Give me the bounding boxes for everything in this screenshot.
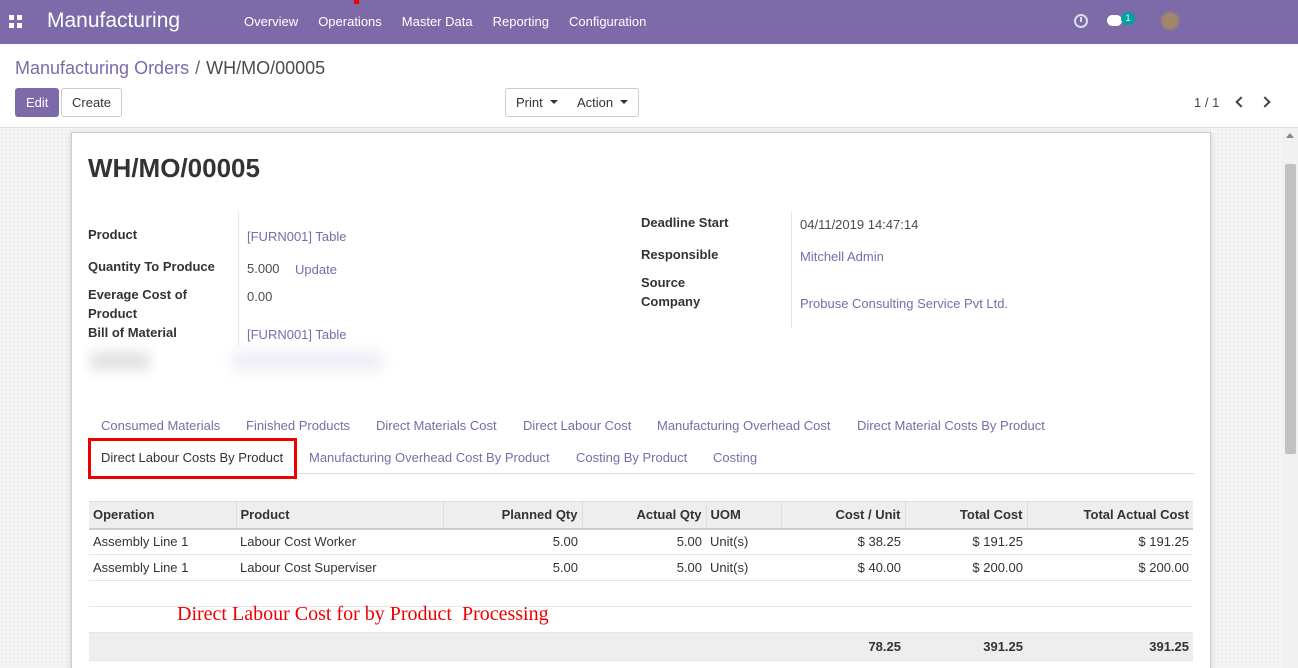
column-uom[interactable]: UOM bbox=[705, 501, 781, 530]
pager-previous-icon[interactable] bbox=[1233, 95, 1247, 109]
tab-direct-labour-cost[interactable]: Direct Labour Cost bbox=[523, 418, 631, 433]
annotation-mark bbox=[354, 0, 359, 4]
cell-actual-qty: 5.00 bbox=[582, 528, 706, 555]
total-cost-unit: 78.25 bbox=[781, 632, 905, 661]
cell-planned-qty: 5.00 bbox=[443, 528, 582, 555]
column-cost-unit[interactable]: Cost / Unit bbox=[780, 501, 905, 530]
cell-product: Labour Cost Worker bbox=[236, 528, 443, 555]
cell-total-actual-cost: $ 200.00 bbox=[1027, 554, 1193, 581]
red-annotation-text: Direct Labour Cost for by Product Proces… bbox=[177, 603, 549, 625]
cell-uom: Unit(s) bbox=[706, 554, 781, 581]
chat-count-badge: 1 bbox=[1121, 12, 1135, 25]
tab-costing[interactable]: Costing bbox=[713, 450, 757, 465]
tab-direct-materials-cost[interactable]: Direct Materials Cost bbox=[376, 418, 497, 433]
action-dropdown[interactable]: Action bbox=[567, 88, 640, 117]
scrollbar-thumb[interactable] bbox=[1285, 164, 1296, 454]
edit-button[interactable]: Edit bbox=[15, 88, 60, 117]
cell-operation: Assembly Line 1 bbox=[89, 554, 236, 581]
field-divider bbox=[238, 212, 239, 347]
menu-configuration[interactable]: Configuration bbox=[559, 0, 656, 44]
tab-consumed-materials[interactable]: Consumed Materials bbox=[101, 418, 220, 433]
caret-down-icon bbox=[620, 100, 629, 105]
breadcrumb-parent-link[interactable]: Manufacturing Orders bbox=[15, 58, 189, 78]
table-row[interactable]: Assembly Line 1 Labour Cost Worker 5.00 … bbox=[89, 528, 1193, 555]
company-label: Company bbox=[641, 294, 701, 309]
table-row[interactable]: Assembly Line 1 Labour Cost Superviser 5… bbox=[89, 554, 1193, 581]
pager-next-icon[interactable] bbox=[1259, 95, 1274, 109]
cell-uom: Unit(s) bbox=[706, 528, 781, 555]
average-cost-field: 0.00 bbox=[247, 289, 273, 304]
top-navbar: Manufacturing Overview Operations Master… bbox=[0, 0, 1298, 44]
total-cost: 391.25 bbox=[905, 632, 1027, 661]
user-menu-blurred[interactable] bbox=[1183, 14, 1269, 27]
menu-overview[interactable]: Overview bbox=[234, 0, 308, 44]
quantity-field: 5.000 bbox=[247, 261, 280, 276]
table-footer-totals: 78.25 391.25 391.25 bbox=[89, 632, 1193, 661]
cell-total-cost: $ 200.00 bbox=[905, 554, 1027, 581]
action-label: Action bbox=[577, 95, 614, 110]
total-actual-cost: 391.25 bbox=[1027, 632, 1193, 661]
tabs-underline bbox=[297, 473, 1194, 474]
print-label: Print bbox=[516, 95, 543, 110]
cell-cost-unit: $ 38.25 bbox=[781, 528, 905, 555]
deadline-label: Deadline Start bbox=[641, 215, 729, 230]
breadcrumb: Manufacturing Orders / WH/MO/00005 bbox=[15, 58, 325, 79]
column-operation[interactable]: Operation bbox=[89, 501, 236, 530]
source-label: Source bbox=[641, 275, 686, 290]
bom-label: Bill of Material bbox=[88, 325, 177, 340]
column-actual-qty[interactable]: Actual Qty bbox=[581, 501, 706, 530]
product-field[interactable]: [FURN001] Table bbox=[247, 229, 346, 244]
product-label: Product bbox=[88, 227, 138, 242]
company-field[interactable]: Probuse Consulting Service Pvt Ltd. bbox=[800, 296, 1008, 311]
deadline-field: 04/11/2019 14:47:14 bbox=[800, 217, 919, 232]
record-title: WH/MO/00005 bbox=[88, 153, 260, 183]
tab-direct-labour-costs-by-product[interactable]: Direct Labour Costs By Product bbox=[101, 450, 283, 465]
responsible-field[interactable]: Mitchell Admin bbox=[800, 249, 884, 264]
scroll-up-icon[interactable] bbox=[1286, 133, 1294, 138]
blurred-field-value bbox=[232, 352, 382, 370]
cell-actual-qty: 5.00 bbox=[582, 554, 706, 581]
cell-planned-qty: 5.00 bbox=[443, 554, 582, 581]
cell-product: Labour Cost Superviser bbox=[236, 554, 443, 581]
cell-cost-unit: $ 40.00 bbox=[781, 554, 905, 581]
tab-direct-material-costs-by-product[interactable]: Direct Material Costs By Product bbox=[857, 418, 1045, 433]
cell-total-actual-cost: $ 191.25 bbox=[1027, 528, 1193, 555]
bom-field[interactable]: [FURN001] Table bbox=[247, 327, 346, 342]
update-quantity-button[interactable]: Update bbox=[295, 262, 337, 277]
pager-value[interactable]: 1 / 1 bbox=[1194, 95, 1219, 110]
blurred-field-label bbox=[90, 352, 150, 370]
user-avatar[interactable] bbox=[1161, 12, 1179, 30]
menu-operations[interactable]: Operations bbox=[308, 0, 392, 44]
column-total-actual-cost[interactable]: Total Actual Cost bbox=[1026, 501, 1193, 530]
chat-icon[interactable] bbox=[1107, 15, 1122, 26]
column-total-cost[interactable]: Total Cost bbox=[904, 501, 1027, 530]
field-divider bbox=[791, 212, 792, 328]
activity-clock-icon[interactable] bbox=[1074, 14, 1088, 28]
caret-down-icon bbox=[549, 100, 558, 105]
create-button[interactable]: Create bbox=[61, 88, 123, 117]
responsible-label: Responsible bbox=[641, 247, 719, 262]
average-cost-label: Everage Cost of Product bbox=[88, 287, 187, 321]
quantity-label: Quantity To Produce bbox=[88, 259, 215, 274]
table-header-row: Operation Product Planned Qty Actual Qty… bbox=[89, 501, 1193, 530]
breadcrumb-separator: / bbox=[195, 58, 201, 78]
labour-cost-table: Operation Product Planned Qty Actual Qty… bbox=[89, 501, 1193, 661]
menu-reporting[interactable]: Reporting bbox=[483, 0, 559, 44]
tab-finished-products[interactable]: Finished Products bbox=[246, 418, 350, 433]
main-menu: Overview Operations Master Data Reportin… bbox=[234, 0, 656, 44]
print-dropdown[interactable]: Print bbox=[505, 88, 569, 117]
apps-menu-icon[interactable] bbox=[9, 15, 22, 28]
tab-manufacturing-overhead-cost-by-product[interactable]: Manufacturing Overhead Cost By Product bbox=[309, 450, 550, 465]
column-product[interactable]: Product bbox=[235, 501, 443, 530]
tab-manufacturing-overhead-cost[interactable]: Manufacturing Overhead Cost bbox=[657, 418, 830, 433]
column-planned-qty[interactable]: Planned Qty bbox=[442, 501, 582, 530]
menu-master-data[interactable]: Master Data bbox=[392, 0, 483, 44]
app-brand[interactable]: Manufacturing bbox=[47, 9, 180, 33]
cell-operation: Assembly Line 1 bbox=[89, 528, 236, 555]
cell-total-cost: $ 191.25 bbox=[905, 528, 1027, 555]
tab-costing-by-product[interactable]: Costing By Product bbox=[576, 450, 687, 465]
breadcrumb-current: WH/MO/00005 bbox=[206, 58, 326, 78]
